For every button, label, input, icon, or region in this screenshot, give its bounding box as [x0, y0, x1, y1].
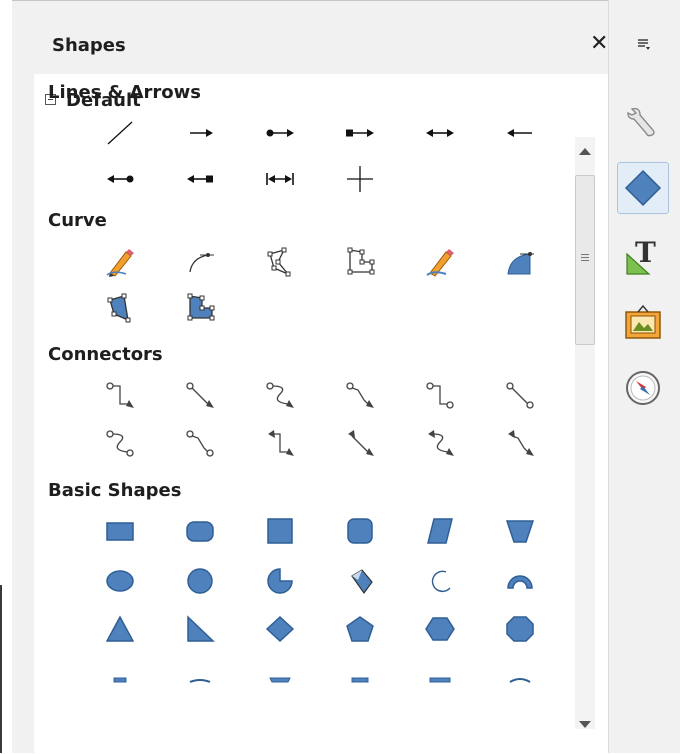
- cube-icon[interactable]: [180, 662, 220, 691]
- shapes-deck: Shapes ✕ Default Lines & Arrows Curve Conn…: [12, 0, 680, 754]
- freeform-line-filled-icon[interactable]: [420, 244, 460, 278]
- dimension-line-icon[interactable]: [260, 162, 300, 196]
- shapes-panel: Shapes ✕ Default Lines & Arrows Curve Conn…: [34, 11, 620, 754]
- parallelogram-icon[interactable]: [420, 514, 460, 548]
- polygon-icon[interactable]: [260, 244, 300, 278]
- diamond-icon[interactable]: [260, 612, 300, 646]
- curved-connector-ends-with-circle-icon[interactable]: [100, 426, 140, 460]
- curved-connector-ends-with-arrow-icon[interactable]: [260, 378, 300, 412]
- section-title: Connectors: [48, 344, 163, 365]
- window-edge: [0, 585, 2, 753]
- line-starts-with-arrow-icon[interactable]: [500, 116, 540, 150]
- line-connector-with-arrows-icon[interactable]: [500, 426, 540, 460]
- line-ends-with-arrow-icon[interactable]: [180, 116, 220, 150]
- grip-icon: [581, 254, 589, 255]
- isosceles-triangle-icon[interactable]: [100, 612, 140, 646]
- polygon-filled-icon[interactable]: [100, 290, 140, 324]
- can-icon[interactable]: [500, 662, 540, 691]
- styles-icon[interactable]: T: [617, 230, 669, 282]
- section-title: Curve: [48, 210, 107, 231]
- cross-icon[interactable]: [340, 162, 380, 196]
- half-circle-icon[interactable]: [500, 564, 540, 598]
- curved-connector-with-arrows-icon[interactable]: [420, 426, 460, 460]
- sidebar-tabbar: T: [608, 0, 680, 753]
- sidebar-menu-icon[interactable]: [617, 24, 669, 64]
- circle-pie-icon[interactable]: [260, 564, 300, 598]
- line-connector-ends-with-arrow-icon[interactable]: [340, 378, 380, 412]
- panel-header: Shapes ✕: [34, 11, 620, 74]
- hexagon-icon[interactable]: [420, 612, 460, 646]
- panel-title: Shapes: [52, 35, 126, 56]
- octagon-icon[interactable]: [500, 612, 540, 646]
- frame-icon[interactable]: [340, 662, 380, 691]
- scroll-up-icon[interactable]: [579, 148, 591, 155]
- circle-icon[interactable]: [180, 564, 220, 598]
- shapes-diamond-icon[interactable]: [617, 162, 669, 214]
- rounded-square-icon[interactable]: [340, 514, 380, 548]
- line-starts-with-square-icon[interactable]: [180, 162, 220, 196]
- scrollbar-thumb[interactable]: [575, 175, 595, 345]
- cylinder-icon[interactable]: [100, 662, 140, 691]
- rectangle-icon[interactable]: [100, 514, 140, 548]
- line-icon[interactable]: [100, 116, 140, 150]
- close-icon[interactable]: ✕: [590, 31, 608, 56]
- block-arc-icon[interactable]: [340, 564, 380, 598]
- section-title: Basic Shapes: [48, 480, 182, 501]
- connector-ends-with-arrow-icon[interactable]: [100, 378, 140, 412]
- curve-filled-icon[interactable]: [500, 244, 540, 278]
- straight-connector-with-arrows-icon[interactable]: [340, 426, 380, 460]
- straight-connector-ends-with-arrow-icon[interactable]: [180, 378, 220, 412]
- rounded-rectangle-icon[interactable]: [180, 514, 220, 548]
- square-icon[interactable]: [260, 514, 300, 548]
- navigator-icon[interactable]: [617, 362, 669, 414]
- connector-ends-with-circle-icon[interactable]: [420, 378, 460, 412]
- shapes-scroll-area: Lines & Arrows Curve Connectors Basic Shape…: [34, 74, 620, 691]
- vertical-scrollbar[interactable]: [575, 137, 595, 729]
- connector-with-arrows-icon[interactable]: [260, 426, 300, 460]
- line-square-arrow-icon[interactable]: [340, 116, 380, 150]
- straight-connector-ends-with-circle-icon[interactable]: [500, 378, 540, 412]
- pentagon-icon[interactable]: [340, 612, 380, 646]
- line-circle-arrow-icon[interactable]: [260, 116, 300, 150]
- section-title: Lines & Arrows: [48, 82, 201, 103]
- svg-text:T: T: [635, 236, 656, 269]
- folded-corner-icon[interactable]: [260, 662, 300, 691]
- polygon-45-icon[interactable]: [340, 244, 380, 278]
- line-connector-ends-with-circle-icon[interactable]: [180, 426, 220, 460]
- line-starts-with-circle-icon[interactable]: [100, 162, 140, 196]
- ellipse-icon[interactable]: [100, 564, 140, 598]
- arc-icon[interactable]: [420, 564, 460, 598]
- octagon-bevel-icon[interactable]: [420, 662, 460, 691]
- scroll-down-icon[interactable]: [579, 721, 591, 728]
- double-arrow-icon[interactable]: [420, 116, 460, 150]
- right-triangle-icon[interactable]: [180, 612, 220, 646]
- curve-icon[interactable]: [180, 244, 220, 278]
- trapezoid-icon[interactable]: [500, 514, 540, 548]
- gallery-icon[interactable]: [617, 296, 669, 348]
- freeform-line-icon[interactable]: [100, 244, 140, 278]
- polygon-45-filled-icon[interactable]: [180, 290, 220, 324]
- properties-wrench-icon[interactable]: [617, 96, 669, 148]
